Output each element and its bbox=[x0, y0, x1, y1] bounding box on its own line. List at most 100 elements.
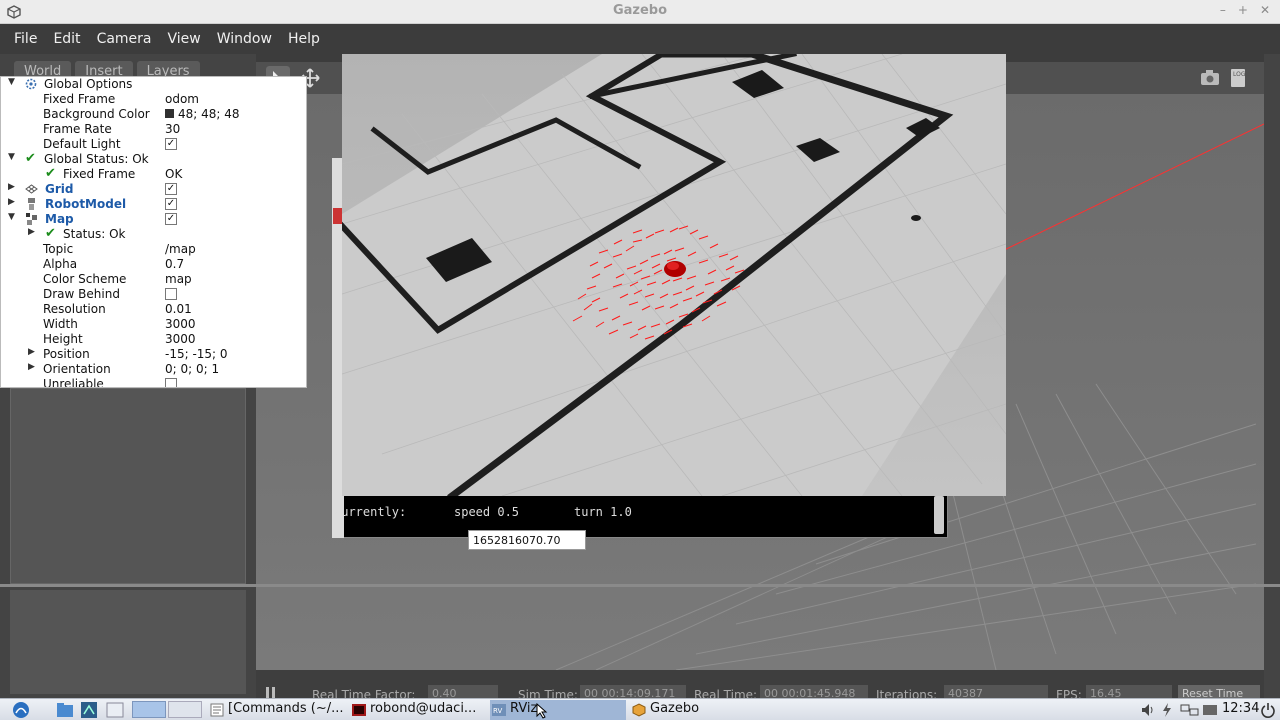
menu-window[interactable]: Window bbox=[217, 31, 272, 47]
topic-value[interactable]: /map bbox=[165, 242, 196, 256]
background-color-value[interactable]: 48; 48; 48 bbox=[178, 107, 240, 121]
tree-row-orientation[interactable]: ▶ Orientation 0; 0; 0; 1 bbox=[1, 362, 306, 377]
close-icon[interactable]: ✕ bbox=[1260, 3, 1270, 17]
terminal-char: e bbox=[334, 449, 342, 463]
default-light-checkbox[interactable]: ✓ bbox=[165, 138, 177, 150]
gazebo-right-panel bbox=[1264, 54, 1280, 700]
rviz-3d-view[interactable] bbox=[342, 54, 1006, 496]
task-gazebo[interactable]: Gazebo bbox=[630, 700, 766, 720]
fixed-frame-value[interactable]: odom bbox=[165, 92, 199, 106]
resolution-value[interactable]: 0.01 bbox=[165, 302, 192, 316]
terminal-launcher-icon[interactable] bbox=[106, 701, 124, 719]
tree-row-global-status[interactable]: ▼ ✔ Global Status: Ok bbox=[1, 151, 306, 167]
global-status-label: Global Status: Ok bbox=[44, 152, 149, 166]
text-editor-icon bbox=[210, 703, 224, 717]
rviz-displays-panel: ▼ Global Options Fixed Frame odom Backgr… bbox=[0, 76, 307, 388]
maximize-icon[interactable]: + bbox=[1238, 3, 1248, 17]
tree-row-draw-behind[interactable]: Draw Behind bbox=[1, 287, 306, 302]
tree-row-position[interactable]: ▶ Position -15; -15; 0 bbox=[1, 347, 306, 362]
tree-row-alpha[interactable]: Alpha 0.7 bbox=[1, 257, 306, 272]
screenshot-icon[interactable] bbox=[1198, 66, 1222, 90]
tree-row-default-light[interactable]: Default Light ✓ bbox=[1, 137, 306, 152]
tree-row-fixed-frame[interactable]: Fixed Frame odom bbox=[1, 92, 306, 107]
expand-arrow-icon[interactable]: ▶ bbox=[28, 347, 35, 357]
tree-row-robot-model[interactable]: ▶ RobotModel ✓ bbox=[1, 197, 306, 212]
tree-row-grid[interactable]: ▶ Grid ✓ bbox=[1, 182, 306, 197]
tree-row-height[interactable]: Height 3000 bbox=[1, 332, 306, 347]
pane-divider[interactable] bbox=[0, 584, 1280, 587]
power-status-icon[interactable] bbox=[1160, 702, 1174, 718]
frame-rate-label: Frame Rate bbox=[43, 122, 112, 136]
terminal-speed: speed 0.5 bbox=[454, 505, 520, 519]
expand-arrow-icon[interactable]: ▼ bbox=[8, 77, 15, 87]
gear-icon bbox=[25, 78, 37, 90]
expand-arrow-icon[interactable]: ▶ bbox=[8, 197, 15, 207]
terminal-turn: turn 1.0 bbox=[574, 505, 632, 519]
map-checkbox[interactable]: ✓ bbox=[165, 213, 177, 225]
start-menu-icon[interactable] bbox=[12, 701, 30, 719]
draw-behind-checkbox[interactable] bbox=[165, 288, 177, 300]
menu-edit[interactable]: Edit bbox=[53, 31, 80, 47]
volume-icon[interactable] bbox=[1140, 702, 1156, 718]
network-status-icon[interactable] bbox=[1180, 702, 1200, 718]
expand-arrow-icon[interactable]: ▶ bbox=[28, 362, 35, 372]
tree-row-map[interactable]: ▼ Map ✓ bbox=[1, 212, 306, 227]
tree-row-unreliable[interactable]: Unreliable bbox=[1, 377, 306, 388]
alpha-label: Alpha bbox=[43, 257, 78, 271]
expand-arrow-icon[interactable]: ▶ bbox=[28, 227, 35, 237]
topic-label: Topic bbox=[43, 242, 74, 256]
workspace-2[interactable] bbox=[168, 701, 202, 718]
menu-file[interactable]: File bbox=[14, 31, 37, 47]
file-manager-icon[interactable] bbox=[56, 701, 74, 719]
gazebo-property-panel[interactable] bbox=[10, 590, 246, 694]
menu-camera[interactable]: Camera bbox=[97, 31, 152, 47]
width-value[interactable]: 3000 bbox=[165, 317, 196, 331]
color-swatch[interactable] bbox=[165, 109, 174, 118]
frame-rate-value[interactable]: 30 bbox=[165, 122, 180, 136]
gazebo-status-bar: Real Time Factor: 0.40 Sim Time: 00 00:1… bbox=[256, 670, 1264, 703]
robot-model-checkbox[interactable]: ✓ bbox=[165, 198, 177, 210]
task-rviz[interactable]: RV RViz bbox=[490, 700, 626, 720]
unreliable-checkbox[interactable] bbox=[165, 378, 177, 387]
expand-arrow-icon[interactable]: ▼ bbox=[8, 152, 15, 162]
keyboard-layout-icon[interactable] bbox=[1202, 702, 1218, 718]
menu-bar: File Edit Camera View Window Help bbox=[0, 24, 1280, 54]
orientation-value[interactable]: 0; 0; 0; 1 bbox=[165, 362, 219, 376]
task-terminal[interactable]: robond@udaci... bbox=[350, 700, 486, 720]
robot-model bbox=[664, 261, 686, 277]
tree-row-status-fixed-frame[interactable]: ✔ Fixed Frame OK bbox=[1, 166, 306, 182]
grid-checkbox[interactable]: ✓ bbox=[165, 183, 177, 195]
default-light-label: Default Light bbox=[43, 137, 121, 151]
gazebo-icon bbox=[632, 703, 646, 717]
tree-row-width[interactable]: Width 3000 bbox=[1, 317, 306, 332]
tree-row-topic[interactable]: Topic /map bbox=[1, 242, 306, 257]
expand-arrow-icon[interactable]: ▼ bbox=[8, 212, 15, 222]
log-icon[interactable]: LOG bbox=[1226, 66, 1250, 90]
unreliable-label: Unreliable bbox=[43, 377, 104, 388]
tree-row-color-scheme[interactable]: Color Scheme map bbox=[1, 272, 306, 287]
task-label: Gazebo bbox=[650, 701, 700, 716]
menu-view[interactable]: View bbox=[168, 31, 201, 47]
network-icon[interactable] bbox=[80, 701, 98, 719]
terminal-scrollbar[interactable] bbox=[934, 496, 944, 534]
workspace-1[interactable] bbox=[132, 701, 166, 718]
height-value[interactable]: 3000 bbox=[165, 332, 196, 346]
menu-help[interactable]: Help bbox=[288, 31, 320, 47]
alpha-value[interactable]: 0.7 bbox=[165, 257, 184, 271]
background-color-label: Background Color bbox=[43, 107, 150, 121]
color-scheme-value[interactable]: map bbox=[165, 272, 192, 286]
tree-row-background-color[interactable]: Background Color 48; 48; 48 bbox=[1, 107, 306, 122]
expand-arrow-icon[interactable]: ▶ bbox=[8, 182, 15, 192]
position-value[interactable]: -15; -15; 0 bbox=[165, 347, 228, 361]
clock[interactable]: 12:34 bbox=[1222, 701, 1259, 716]
map-label: Map bbox=[45, 212, 74, 226]
tree-row-global-options[interactable]: ▼ Global Options bbox=[1, 77, 306, 92]
map-status-label: Status: Ok bbox=[63, 227, 126, 241]
tree-row-map-status[interactable]: ▶ ✔ Status: Ok bbox=[1, 226, 306, 242]
tree-row-frame-rate[interactable]: Frame Rate 30 bbox=[1, 122, 306, 137]
minimize-icon[interactable]: – bbox=[1220, 3, 1226, 17]
power-icon[interactable] bbox=[1260, 702, 1276, 718]
task-commands[interactable]: [Commands (~/... bbox=[208, 700, 348, 720]
gazebo-world-tree[interactable] bbox=[10, 388, 246, 584]
tree-row-resolution[interactable]: Resolution 0.01 bbox=[1, 302, 306, 317]
